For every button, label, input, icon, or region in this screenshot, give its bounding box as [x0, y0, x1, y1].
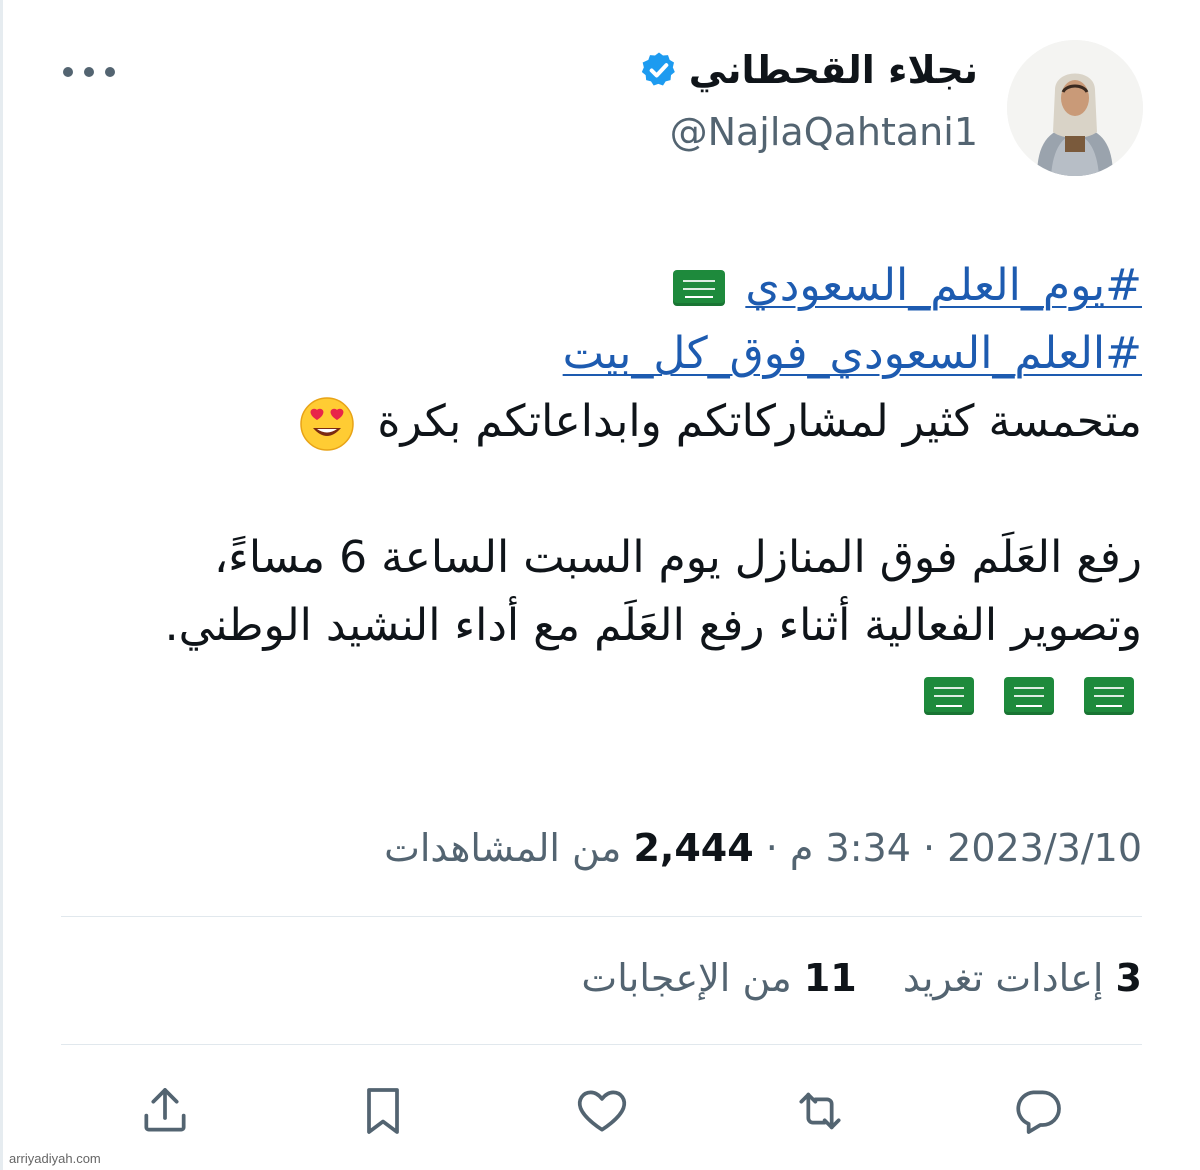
- tweet-line-4: رفع العَلَم فوق المنازل يوم السبت الساعة…: [213, 532, 1142, 583]
- bookmark-button[interactable]: [351, 1079, 415, 1143]
- author-name-row[interactable]: نجلاء القحطاني: [639, 48, 978, 92]
- like-button[interactable]: [570, 1079, 634, 1143]
- saudi-flag-emoji-icon: [924, 677, 974, 715]
- tweet-time[interactable]: 3:34 م: [790, 826, 911, 870]
- retweet-button[interactable]: [788, 1079, 852, 1143]
- tweet-card: نجلاء القحطاني @NajlaQahtani1 #يوم_العلم…: [0, 0, 1200, 1170]
- divider: [61, 916, 1142, 917]
- tweet-line-3: متحمسة كثير لمشاركاتكم وابداعاتكم بكرة: [62, 388, 1142, 456]
- watermark: arriyadiyah.com: [9, 1151, 101, 1166]
- tweet-text: #يوم_العلم_السعودي #العلم_السعودي_فوق_كل…: [62, 252, 1142, 728]
- retweets-label: إعادات تغريد: [902, 956, 1104, 1000]
- divider: [61, 1044, 1142, 1045]
- reply-button[interactable]: [1006, 1079, 1070, 1143]
- engagement-stats: 3 إعادات تغريد 11 من الإعجابات: [581, 956, 1142, 1000]
- tweet-text-segment: متحمسة كثير لمشاركاتكم وابداعاتكم بكرة: [377, 396, 1142, 447]
- hashtag-link[interactable]: #يوم_العلم_السعودي: [745, 260, 1142, 311]
- flags-row: [62, 660, 1142, 728]
- meta-separator: ·: [765, 826, 778, 870]
- tweet-meta: 2023/3/10 · 3:34 م · 2,444 من المشاهدات: [384, 826, 1142, 870]
- retweets-stat[interactable]: 3 إعادات تغريد: [903, 956, 1142, 1000]
- avatar[interactable]: [1007, 40, 1143, 176]
- tweet-actions: [133, 1076, 1070, 1146]
- verified-badge-icon: [641, 52, 675, 86]
- avatar-image: [1007, 40, 1143, 176]
- tweet-line-5: وتصوير الفعالية أثناء رفع العَلَم مع أدا…: [164, 600, 1142, 651]
- saudi-flag-emoji-icon: [673, 270, 726, 306]
- share-button[interactable]: [133, 1079, 197, 1143]
- tweet-line-2: #العلم_السعودي_فوق_كل_بيت: [62, 320, 1142, 388]
- likes-count: 11: [803, 956, 857, 1000]
- views-label: من المشاهدات: [384, 826, 622, 870]
- saudi-flag-emoji-icon: [1084, 677, 1134, 715]
- tweet-date[interactable]: 2023/3/10: [947, 826, 1142, 870]
- likes-label: من الإعجابات: [581, 956, 792, 1000]
- author-display-name[interactable]: نجلاء القحطاني: [689, 48, 978, 92]
- retweet-icon: [799, 1092, 841, 1130]
- reply-icon: [1016, 1090, 1061, 1134]
- bookmark-icon: [367, 1088, 400, 1134]
- author-handle[interactable]: @NajlaQahtani1: [670, 110, 978, 154]
- views-count: 2,444: [633, 826, 754, 870]
- heart-icon: [577, 1090, 626, 1132]
- share-icon: [144, 1088, 186, 1132]
- saudi-flag-emoji-icon: [1004, 677, 1054, 715]
- retweets-count: 3: [1115, 956, 1142, 1000]
- more-options-icon[interactable]: [63, 58, 115, 86]
- likes-stat[interactable]: 11 من الإعجابات: [581, 956, 856, 1000]
- meta-separator: ·: [922, 826, 936, 870]
- heart-eyes-emoji-icon: [300, 397, 355, 451]
- tweet-line-1: #يوم_العلم_السعودي: [62, 252, 1142, 320]
- hashtag-link[interactable]: #العلم_السعودي_فوق_كل_بيت: [563, 328, 1142, 379]
